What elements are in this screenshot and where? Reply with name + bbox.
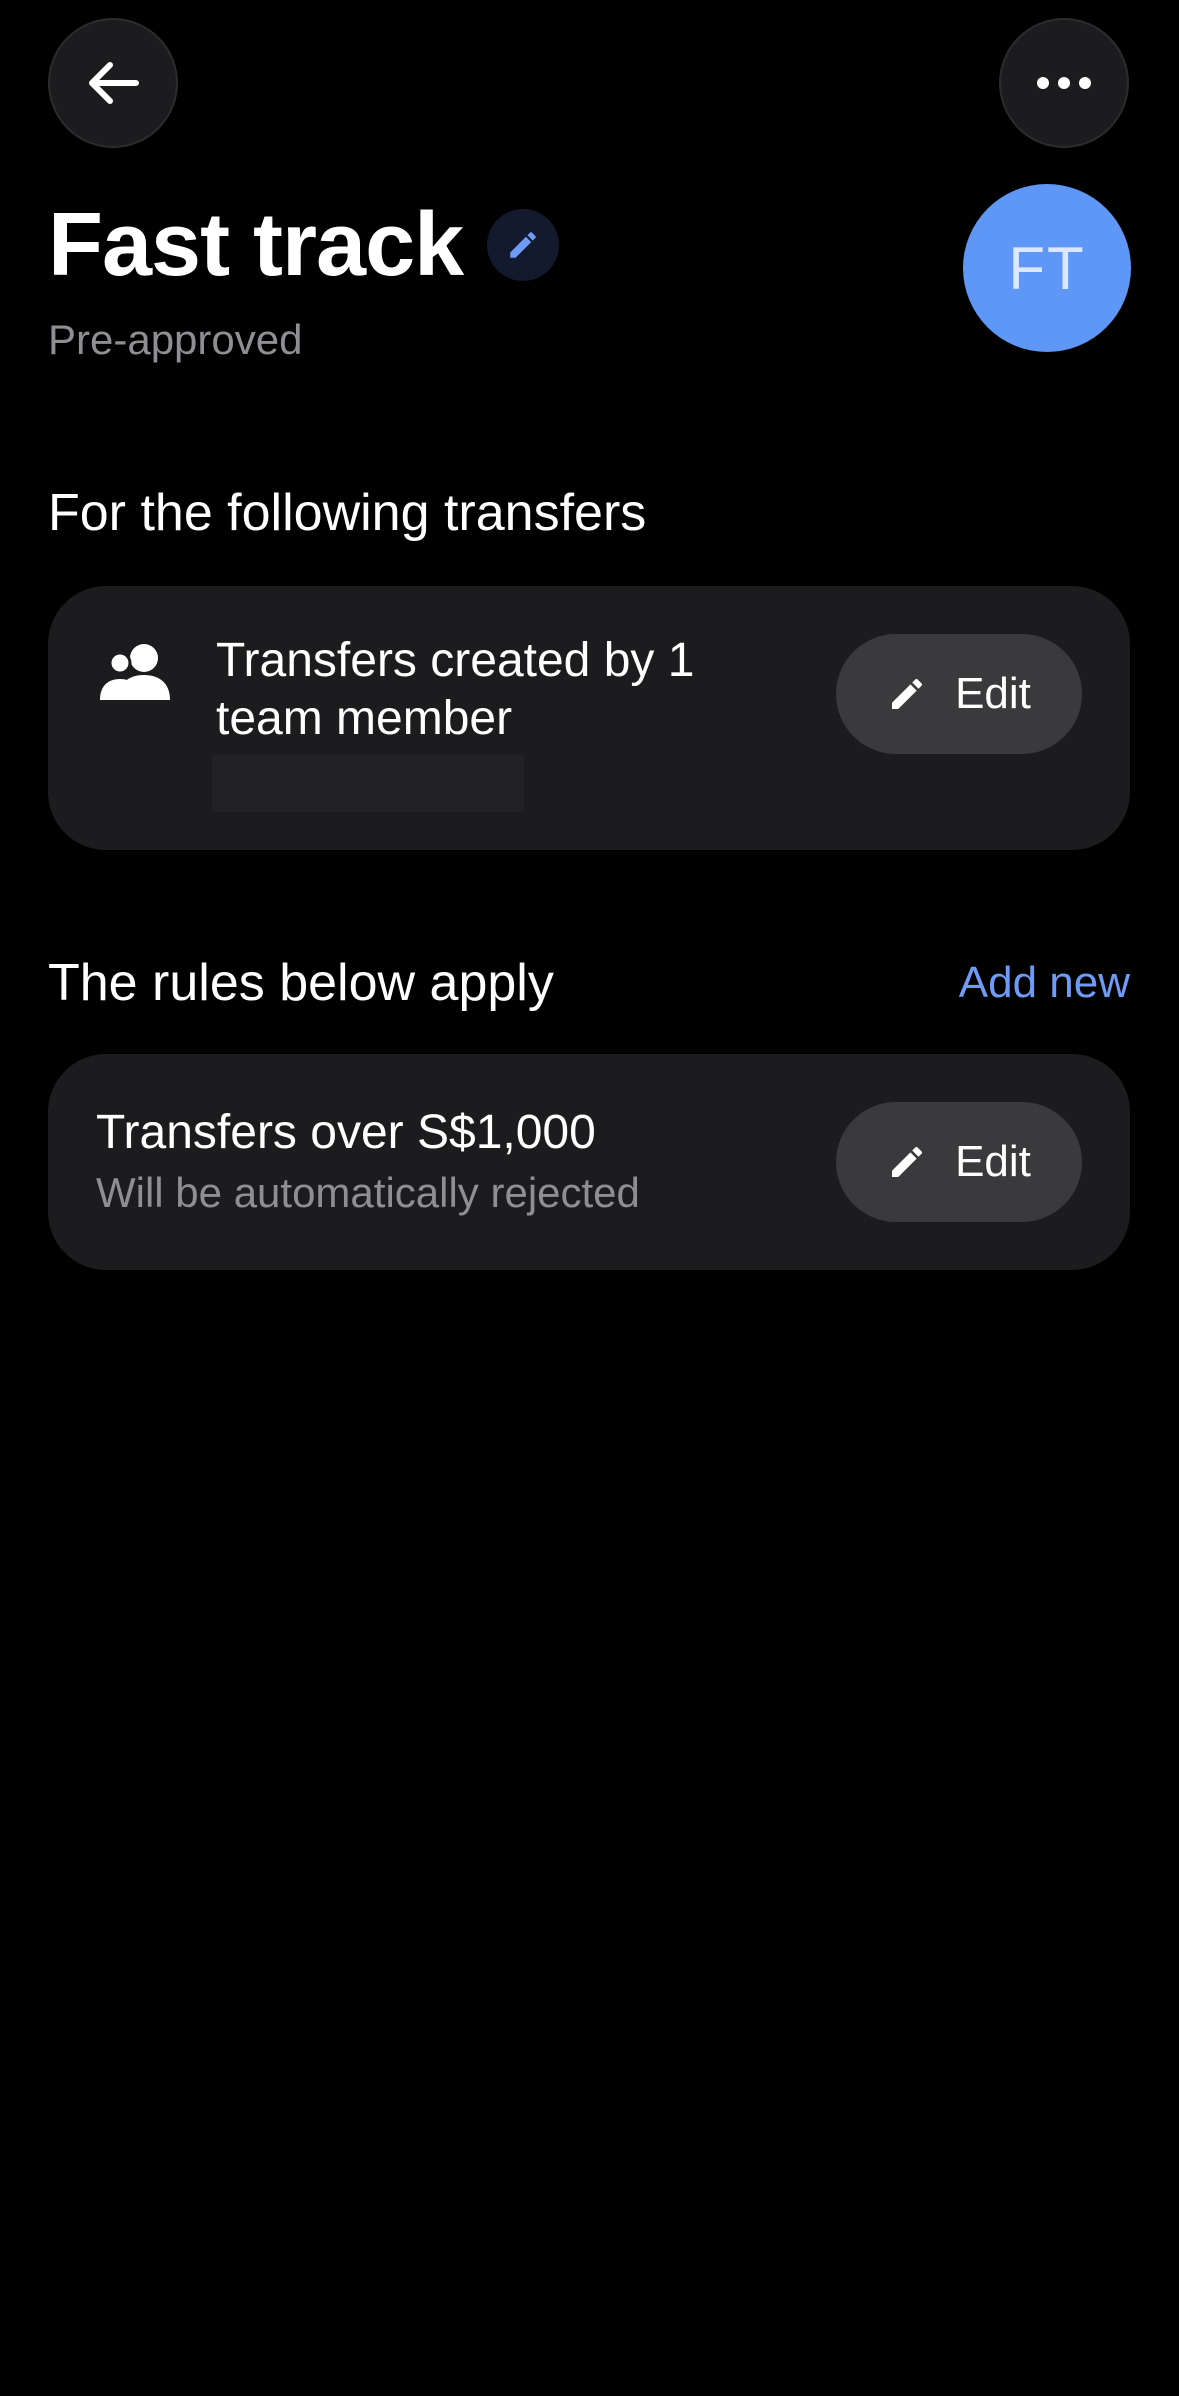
edit-button-label: Edit xyxy=(955,1137,1031,1186)
title-row: Fast track xyxy=(48,190,560,300)
pencil-icon xyxy=(892,678,923,709)
team-icon xyxy=(100,644,170,700)
rules-section-title: The rules below apply xyxy=(48,954,554,1012)
arrow-left-icon xyxy=(89,62,139,104)
pencil-icon xyxy=(892,1146,923,1177)
edit-button-label: Edit xyxy=(955,669,1031,718)
back-button[interactable] xyxy=(48,18,178,148)
edit-transfers-scope-button[interactable]: Edit xyxy=(836,634,1082,754)
add-new-rule-link[interactable]: Add new xyxy=(959,952,1130,1014)
avatar: FT xyxy=(963,184,1131,352)
rule-subtitle: Will be automatically rejected xyxy=(96,1169,640,1216)
status-label: Pre-approved xyxy=(48,316,303,363)
transfers-section-title: For the following transfers xyxy=(48,484,647,542)
more-options-button[interactable] xyxy=(999,18,1129,148)
rule-card: Transfers over S$1,000 Will be automatic… xyxy=(48,1054,1130,1270)
edit-title-button[interactable] xyxy=(487,209,560,281)
more-horizontal-icon xyxy=(1037,77,1091,89)
edit-rule-button[interactable]: Edit xyxy=(836,1102,1082,1222)
transfers-scope-text: Transfers created by 1 team member xyxy=(216,634,695,745)
redacted-member-name xyxy=(212,754,524,812)
transfers-scope-card: Transfers created by 1 team member Edit xyxy=(48,586,1130,850)
rule-title: Transfers over S$1,000 xyxy=(96,1106,596,1159)
page-title: Fast track xyxy=(48,195,464,295)
pencil-icon xyxy=(510,232,536,258)
